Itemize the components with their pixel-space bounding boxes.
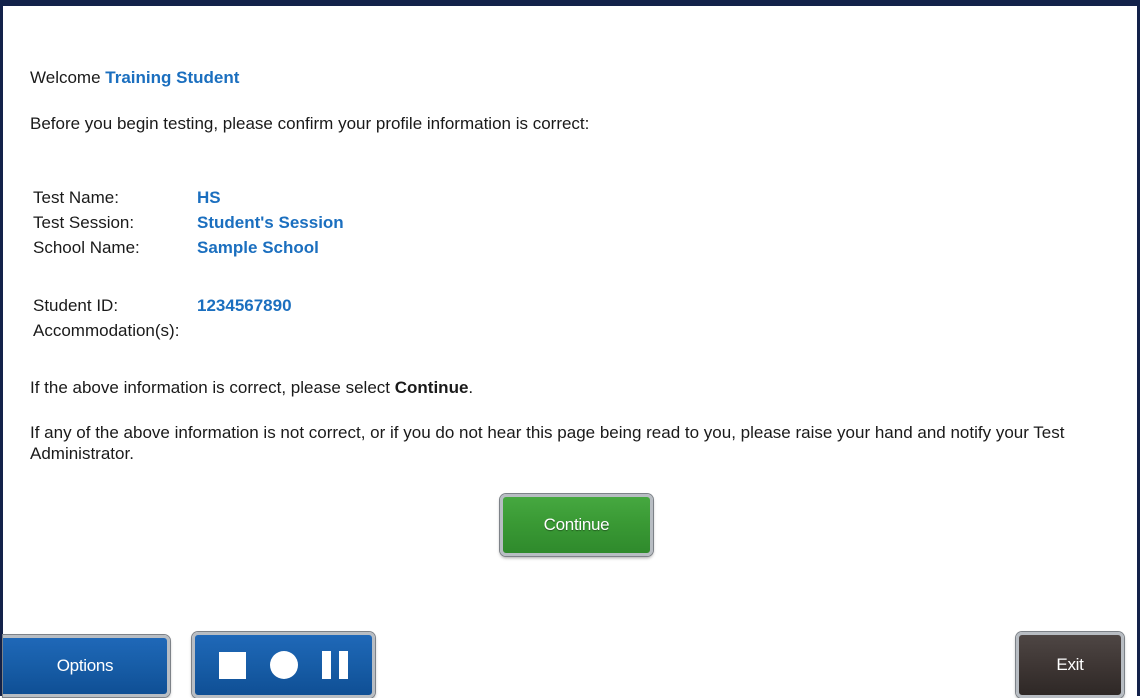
confirm-suffix: .: [468, 378, 474, 397]
welcome-line: Welcome Training Student: [30, 67, 239, 88]
pause-icon[interactable]: [322, 651, 348, 679]
student-info: Student ID: 1234567890 Accommodation(s):: [33, 293, 292, 343]
warning-text: If any of the above information is not c…: [30, 423, 1065, 463]
profile-row-test-session: Test Session: Student's Session: [33, 210, 344, 235]
test-session-value: Student's Session: [197, 213, 344, 232]
school-name-value: Sample School: [197, 238, 319, 257]
confirm-prefix: If the above information is correct, ple…: [30, 378, 395, 397]
school-name-label: School Name:: [33, 238, 140, 257]
profile-row-school-name: School Name: Sample School: [33, 235, 344, 260]
student-name: Training Student: [105, 68, 240, 87]
accommodations-label: Accommodation(s):: [33, 321, 180, 340]
options-button[interactable]: Options: [3, 635, 170, 697]
continue-button-label: Continue: [543, 515, 610, 534]
continue-button[interactable]: Continue: [500, 494, 653, 556]
confirm-text: If the above information is correct, ple…: [30, 377, 473, 398]
app-frame: Welcome Training Student Before you begi…: [0, 0, 1140, 698]
profile-row-test-name: Test Name: HS: [33, 185, 344, 210]
stop-icon[interactable]: [219, 651, 246, 679]
test-session-label: Test Session:: [33, 213, 135, 232]
profile-info: Test Name: HS Test Session: Student's Se…: [33, 185, 344, 260]
exit-button-label: Exit: [1056, 655, 1084, 674]
student-id-label: Student ID:: [33, 296, 119, 315]
record-icon[interactable]: [270, 651, 298, 679]
student-row-accommodations: Accommodation(s):: [33, 318, 292, 343]
welcome-prefix: Welcome: [30, 68, 101, 87]
intro-text: Before you begin testing, please confirm…: [30, 114, 590, 133]
exit-button[interactable]: Exit: [1016, 632, 1124, 698]
test-name-label: Test Name:: [33, 188, 119, 207]
media-controls: [192, 632, 375, 698]
options-button-label: Options: [56, 656, 114, 675]
test-name-value: HS: [197, 188, 221, 207]
student-row-id: Student ID: 1234567890: [33, 293, 292, 318]
student-id-value: 1234567890: [197, 296, 292, 315]
confirm-continue-word: Continue: [394, 378, 469, 397]
